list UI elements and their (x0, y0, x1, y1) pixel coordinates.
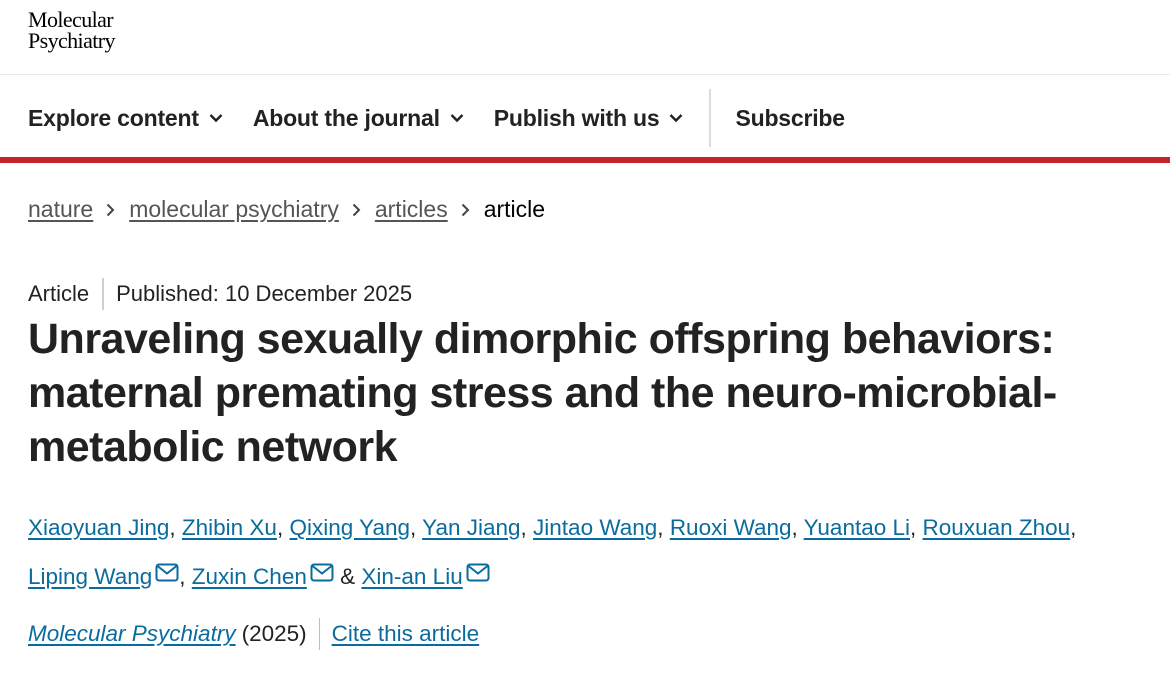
nav-about-the-journal[interactable]: About the journal (253, 105, 464, 132)
nav-subscribe-label: Subscribe (735, 104, 845, 131)
nav-explore-content[interactable]: Explore content (28, 105, 223, 132)
author-list: Xiaoyuan Jing, Zhibin Xu, Qixing Yang, Y… (28, 504, 1148, 601)
breadcrumb-nature[interactable]: nature (28, 196, 93, 223)
author-separator: , (409, 515, 417, 540)
author-link[interactable]: Yuantao Li (804, 515, 910, 540)
article-title: Unraveling sexually dimorphic offspring … (28, 315, 1057, 471)
breadcrumb-molecular-psychiatry[interactable]: molecular psychiatry (129, 196, 339, 223)
article-meta: Article Published: 10 December 2025 (28, 278, 412, 310)
breadcrumb-articles[interactable]: articles (375, 196, 448, 223)
journal-citation: Molecular Psychiatry (2025) Cite this ar… (28, 618, 479, 650)
mail-icon[interactable] (310, 552, 334, 600)
author-link[interactable]: Qixing Yang (289, 515, 410, 540)
chevron-down-icon (450, 113, 464, 123)
logo-line-2: Psychiatry (28, 28, 115, 53)
nav-subscribe[interactable]: Subscribe (735, 104, 845, 132)
author-link[interactable]: Jintao Wang (533, 515, 657, 540)
chevron-down-icon (209, 113, 223, 123)
meta-divider (102, 278, 105, 310)
author-link[interactable]: Liping Wang (28, 564, 152, 589)
header-accent-bar (0, 157, 1170, 163)
breadcrumb: nature molecular psychiatry articles art… (28, 196, 545, 223)
author-link[interactable]: Ruoxi Wang (670, 515, 792, 540)
journal-logo[interactable]: Molecular Psychiatry (28, 7, 115, 53)
main-nav: Explore content About the journal Publis… (28, 88, 875, 148)
author-link[interactable]: Rouxuan Zhou (923, 515, 1071, 540)
nav-divider (709, 89, 712, 147)
author-link[interactable]: Zuxin Chen (192, 564, 307, 589)
logo-line-1: Molecular (28, 7, 114, 32)
nav-publish-label: Publish with us (493, 104, 660, 131)
mail-icon[interactable] (155, 552, 179, 600)
cite-this-article-link[interactable]: Cite this article (332, 621, 480, 647)
author-link[interactable]: Xin-an Liu (361, 564, 462, 589)
author-separator: , (791, 515, 798, 540)
mail-icon[interactable] (466, 552, 490, 600)
author-separator: , (169, 515, 176, 540)
breadcrumb-current: article (483, 196, 546, 222)
author-separator: , (1070, 515, 1077, 540)
author-separator: , (179, 564, 186, 589)
chevron-right-icon (352, 203, 361, 217)
nav-explore-content-label: Explore content (28, 104, 199, 131)
author-ampersand: & (340, 564, 356, 589)
author-separator: , (276, 515, 284, 540)
journal-link[interactable]: Molecular Psychiatry (28, 621, 236, 647)
chevron-right-icon (106, 203, 115, 217)
citation-divider (318, 618, 320, 650)
header-divider (0, 74, 1170, 75)
nav-publish-with-us[interactable]: Publish with us (494, 105, 684, 132)
author-separator: , (657, 515, 664, 540)
author-link[interactable]: Xiaoyuan Jing (28, 515, 169, 540)
author-link[interactable]: Yan Jiang (422, 515, 520, 540)
chevron-right-icon (461, 203, 470, 217)
article-type: Article (28, 281, 90, 306)
author-separator: , (910, 515, 917, 540)
publication-year: (2025) (241, 621, 307, 646)
author-separator: , (520, 515, 527, 540)
chevron-down-icon (669, 113, 683, 123)
author-link[interactable]: Zhibin Xu (182, 515, 277, 540)
nav-about-label: About the journal (252, 104, 440, 131)
published-date: Published: 10 December 2025 (116, 281, 413, 306)
